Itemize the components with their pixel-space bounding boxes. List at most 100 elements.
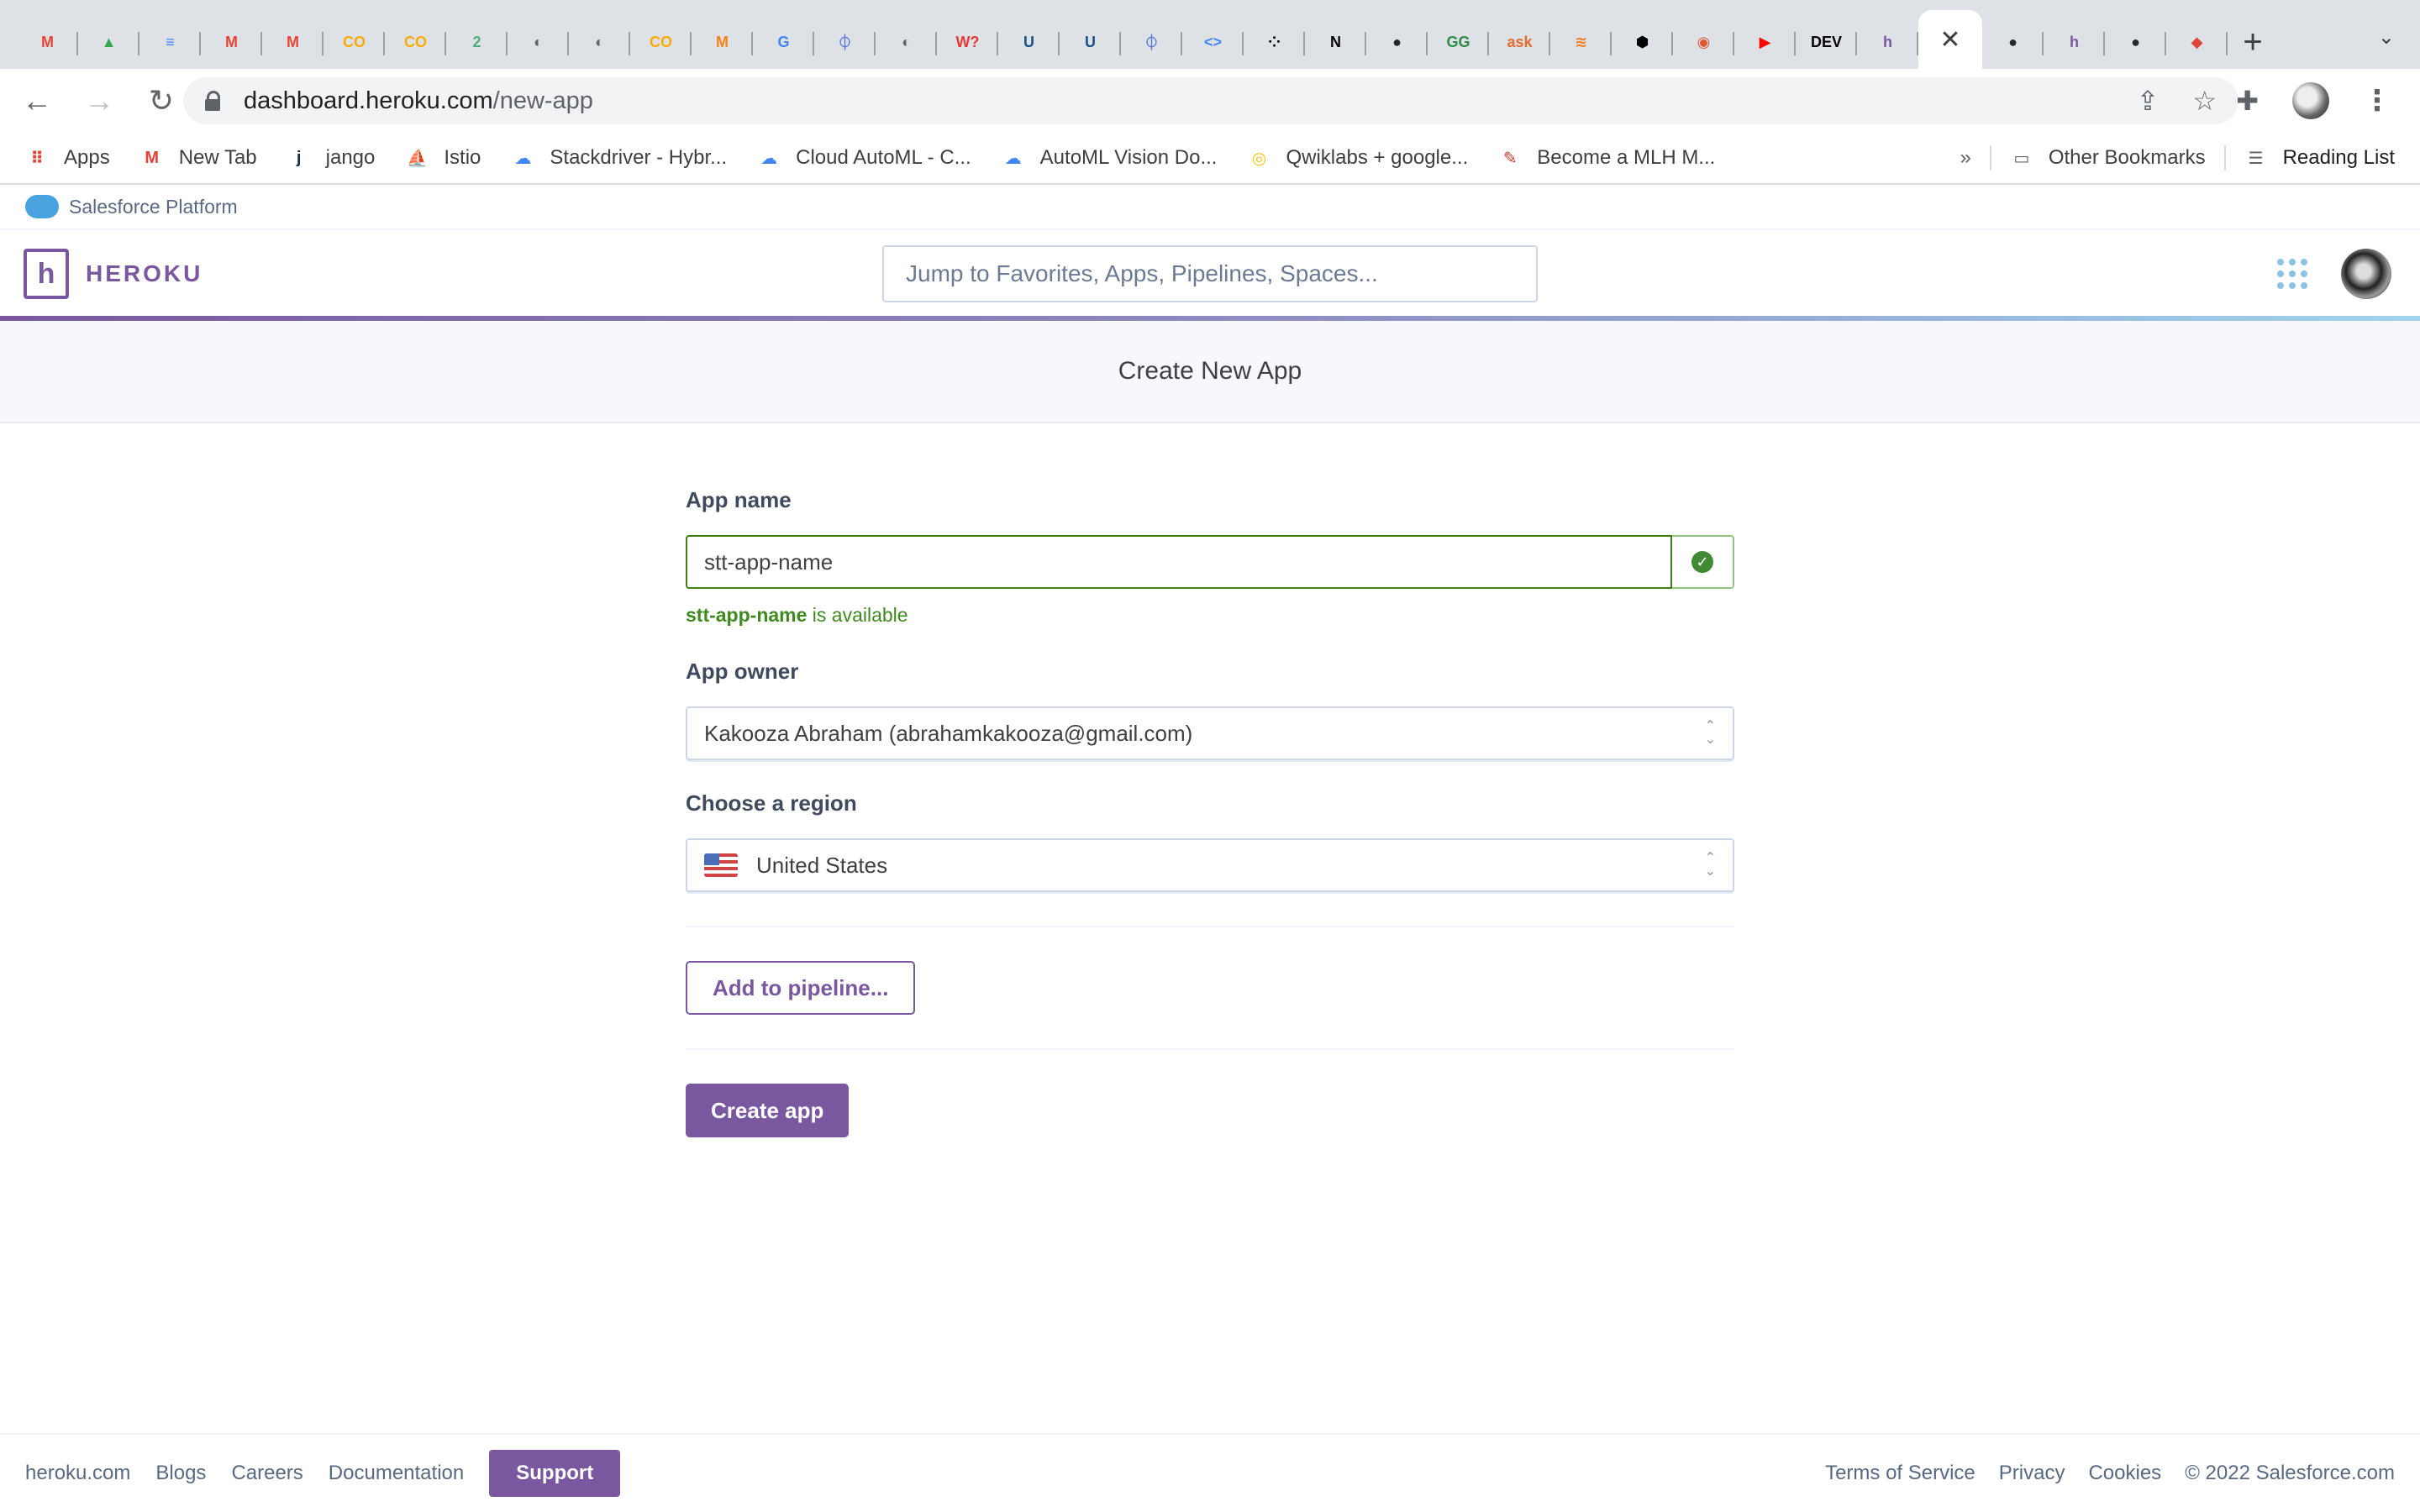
jump-search-input[interactable]: Jump to Favorites, Apps, Pipelines, Spac… [882,245,1538,302]
app-name-input[interactable] [686,535,1672,589]
bookmark-item[interactable]: ☁ Stackdriver - Hybr... [511,146,727,170]
moodle-icon: M [716,33,729,50]
support-button[interactable]: Support [489,1450,621,1497]
browser-tab[interactable]: ● [2105,15,2166,69]
browser-profile-avatar[interactable] [2292,82,2329,119]
browser-tab[interactable]: ◉ [1673,15,1734,69]
active-tab-close-icon[interactable]: ✕ [1939,25,1960,55]
tab-search-chevron-icon[interactable]: ⌄ [2378,25,2395,50]
browser-tab[interactable]: ◐ [569,15,630,69]
footer-link[interactable]: Cookies [2088,1462,2161,1485]
search-placeholder: Jump to Favorites, Apps, Pipelines, Spac… [906,260,1378,286]
footer-link[interactable]: Documentation [329,1462,464,1485]
bookmark-item[interactable]: ☁ AutoML Vision Do... [1002,146,1218,170]
footer-link[interactable]: Blogs [155,1462,206,1485]
add-to-pipeline-button[interactable]: Add to pipeline... [686,961,916,1015]
browser-tab[interactable]: G [753,15,814,69]
stackoverflow-icon: ≋ [1574,33,1588,50]
globe-icon: ◐ [902,33,911,50]
browser-tab-active[interactable]: ✕ [1918,10,1982,69]
lock-icon[interactable] [205,91,220,111]
browser-tab[interactable]: <> [1182,15,1244,69]
address-bar[interactable]: dashboard.heroku.com/new-app ⇪ ☆ [183,77,2238,124]
other-bookmarks-folder[interactable]: ▭ Other Bookmarks [2010,146,2206,170]
browser-tab[interactable]: ⏀ [1121,15,1182,69]
other-bookmarks-label: Other Bookmarks [2048,146,2206,169]
heroku-logo[interactable]: h HEROKU [24,249,203,299]
browser-tab[interactable]: ask [1489,15,1550,69]
reading-list-button[interactable]: ☰ Reading List [2244,146,2395,170]
create-app-button[interactable]: Create app [686,1084,850,1137]
app-owner-select[interactable]: Kakooza Abraham (abrahamkakooza@gmail.co… [686,706,1734,760]
browser-tab[interactable]: DEV [1796,15,1857,69]
footer-link[interactable]: Terms of Service [1825,1462,1975,1485]
browser-tab[interactable]: ⬢ [1612,15,1673,69]
footer-link[interactable]: Privacy [1999,1462,2065,1485]
browser-tab[interactable]: ◐ [876,15,937,69]
url-text[interactable]: dashboard.heroku.com/new-app [244,87,593,115]
new-tab-button[interactable]: + [2228,15,2278,69]
bookmark-star-icon[interactable]: ☆ [2192,85,2217,117]
browser-tab[interactable]: M [201,15,262,69]
bookmark-label: Istio [444,146,481,169]
browser-tab[interactable]: M [17,15,78,69]
browser-tab[interactable]: ≋ [1550,15,1612,69]
extensions-puzzle-icon[interactable]: ✚ [2236,85,2259,117]
bookmark-label: AutoML Vision Do... [1039,146,1218,169]
region-select[interactable]: United States ⌃ ⌄ [686,838,1734,892]
browser-tab[interactable]: M [262,15,324,69]
bookmark-item[interactable]: j jango [287,146,376,170]
browser-tab[interactable]: ≡ [139,15,201,69]
browser-tab[interactable]: ● [1982,15,2044,69]
browser-tab[interactable]: N [1305,15,1366,69]
forward-button[interactable]: → [74,76,124,126]
reload-button[interactable]: ↻ [136,76,187,126]
browser-tab[interactable]: U [998,15,1060,69]
bookmark-item[interactable]: ⛵ Istio [405,146,481,170]
reading-list-label: Reading List [2282,146,2395,169]
browser-tab[interactable]: GG [1428,15,1489,69]
browser-tab[interactable]: ◆ [2166,15,2228,69]
youtube-icon: ▶ [1759,33,1771,50]
url-path: /new-app [492,87,593,114]
browser-tab[interactable]: ⁘ [1244,15,1305,69]
back-button[interactable]: ← [12,76,62,126]
form-divider [686,926,1734,927]
bookmark-item[interactable]: M New Tab [140,146,256,170]
bookmark-item[interactable]: ⠿ Apps [25,146,110,170]
salesforce-platform-bar: Salesforce Platform [0,185,2420,230]
browser-tab[interactable]: ▶ [1734,15,1796,69]
apps-grid-icon[interactable] [2277,259,2307,289]
browser-tab[interactable]: U [1060,15,1121,69]
browser-menu-kebab-icon[interactable]: ⋮ [2363,84,2391,118]
dots-icon: ⁘ [1267,33,1281,50]
bookmark-item[interactable]: ☁ Cloud AutoML - C... [757,146,971,170]
user-avatar[interactable] [2341,249,2391,299]
gmail-icon: M [225,33,238,50]
browser-tab[interactable]: CO [385,15,446,69]
browser-tab[interactable]: h [1857,15,1918,69]
bookmark-item[interactable]: ◎ Qwiklabs + google... [1247,146,1469,170]
browser-tab[interactable]: CO [324,15,385,69]
browser-tab[interactable]: ▲ [78,15,139,69]
browser-tab[interactable]: 2 [446,15,508,69]
bookmark-item[interactable]: ✎ Become a MLH M... [1498,146,1715,170]
browser-tab[interactable]: CO [630,15,692,69]
browser-tab[interactable]: ⏀ [814,15,876,69]
browser-tab[interactable]: ● [1366,15,1428,69]
duckduckgo-icon: ◉ [1697,33,1711,50]
qwiklabs-icon: ◎ [1251,149,1267,168]
salesforce-platform-link[interactable]: Salesforce Platform [69,196,238,218]
bookmark-label: Become a MLH M... [1537,146,1716,169]
footer-link[interactable]: heroku.com [25,1462,130,1485]
browser-tab[interactable]: h [2044,15,2105,69]
share-icon[interactable]: ⇪ [2137,85,2160,117]
footer-link[interactable]: Careers [231,1462,302,1485]
bookmarks-overflow-button[interactable]: » [1960,146,1970,170]
bookmark-label: Stackdriver - Hybr... [550,146,728,169]
browser-tab[interactable]: M [692,15,753,69]
google-cloud-icon: ☁ [514,149,532,168]
browser-tab[interactable]: W? [937,15,998,69]
browser-tab[interactable]: ◐ [508,15,569,69]
google-icon: G [777,33,790,50]
